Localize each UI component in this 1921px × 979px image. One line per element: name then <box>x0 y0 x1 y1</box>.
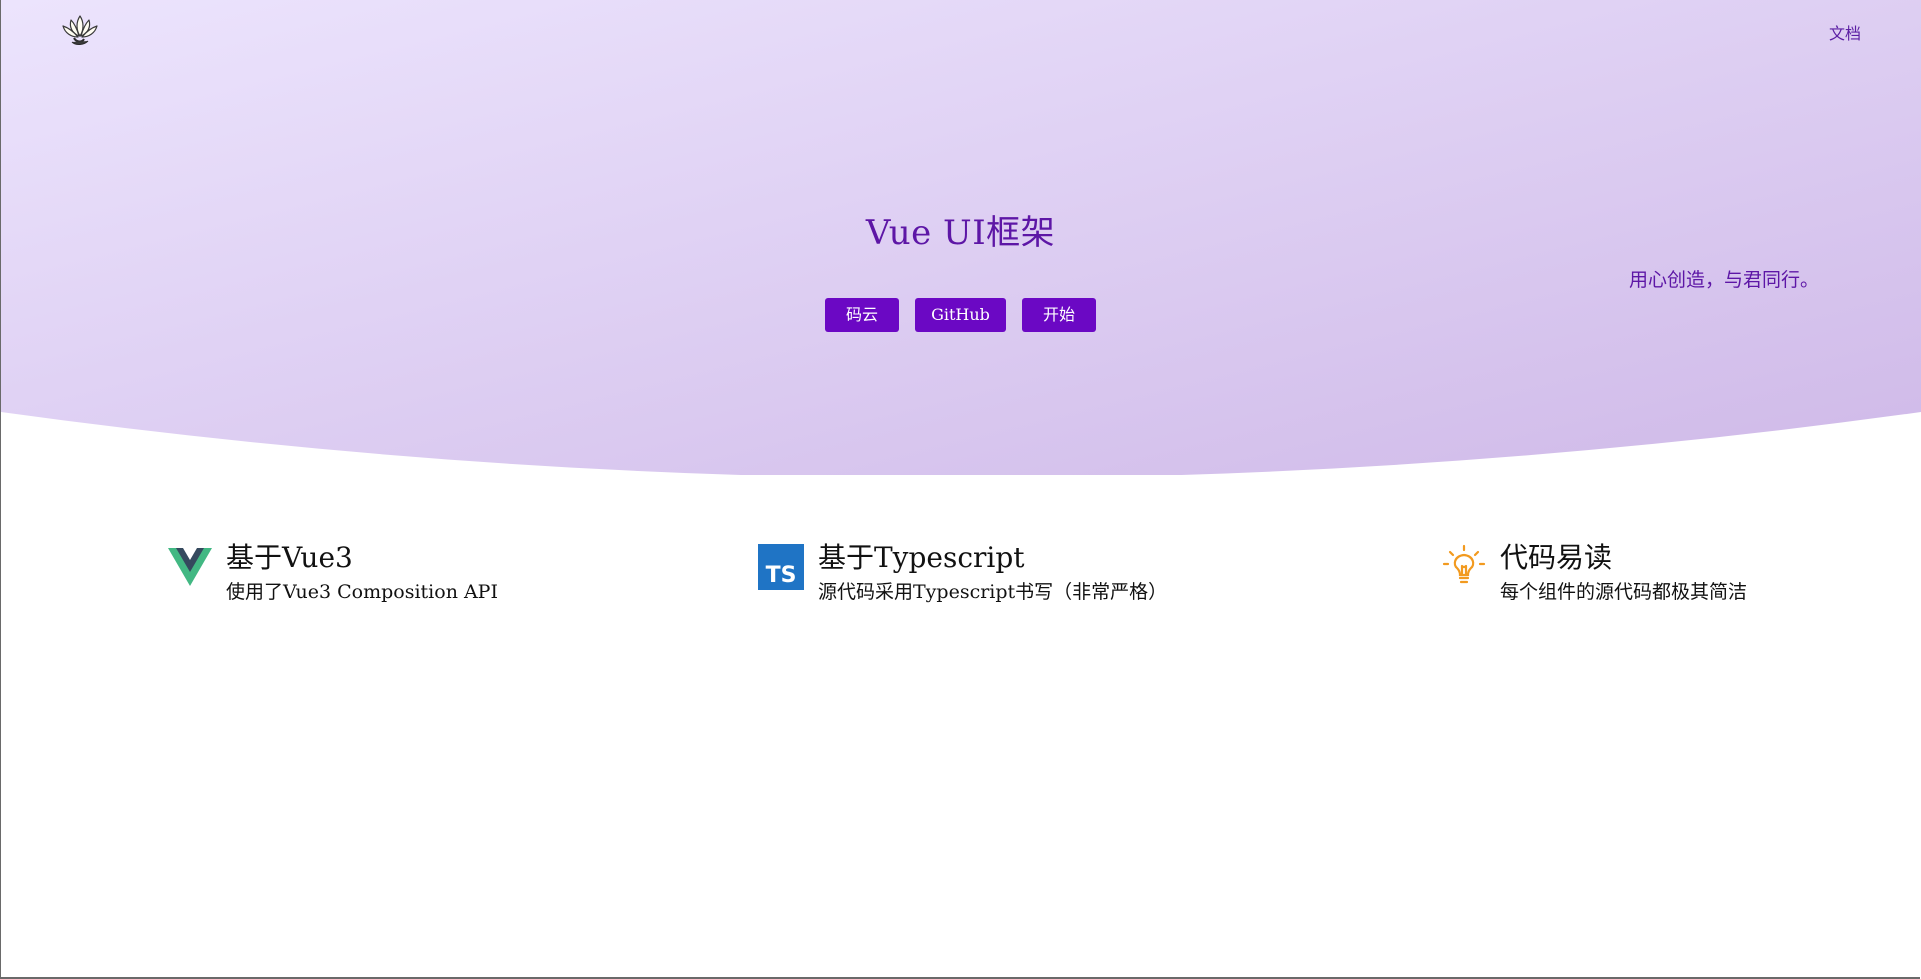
vue-logo-icon <box>166 544 214 592</box>
lightbulb-icon <box>1440 544 1488 592</box>
feature-title: 代码易读 <box>1500 541 1613 574</box>
feature-desc: 每个组件的源代码都极其简洁 <box>1500 581 1748 603</box>
gitee-button[interactable]: 码云 <box>825 298 899 332</box>
lotus-icon[interactable] <box>60 12 100 48</box>
get-started-button[interactable]: 开始 <box>1022 298 1096 332</box>
feature-vue3: 基于Vue3 使用了Vue3 Composition API <box>166 540 498 606</box>
hero-actions: 码云 GitHub 开始 <box>0 298 1921 332</box>
feature-desc: 使用了Vue3 Composition API <box>226 581 498 603</box>
hero-title: Vue UI框架 <box>865 213 1056 253</box>
feature-title: 基于Vue3 <box>226 541 353 574</box>
feature-title: 基于Typescript <box>818 541 1025 574</box>
feature-readable: 代码易读 每个组件的源代码都极其简洁 <box>1440 540 1747 606</box>
nav-docs-link[interactable]: 文档 <box>1829 20 1861 44</box>
github-button[interactable]: GitHub <box>915 298 1006 332</box>
svg-text:TS: TS <box>766 563 797 588</box>
feature-typescript: TS 基于Typescript 源代码采用Typescript书写（非常严格） <box>758 540 1167 606</box>
typescript-logo-icon: TS <box>758 544 806 592</box>
feature-desc: 源代码采用Typescript书写（非常严格） <box>818 581 1168 603</box>
hero-slogan: 用心创造，与君同行。 <box>1628 269 1819 291</box>
